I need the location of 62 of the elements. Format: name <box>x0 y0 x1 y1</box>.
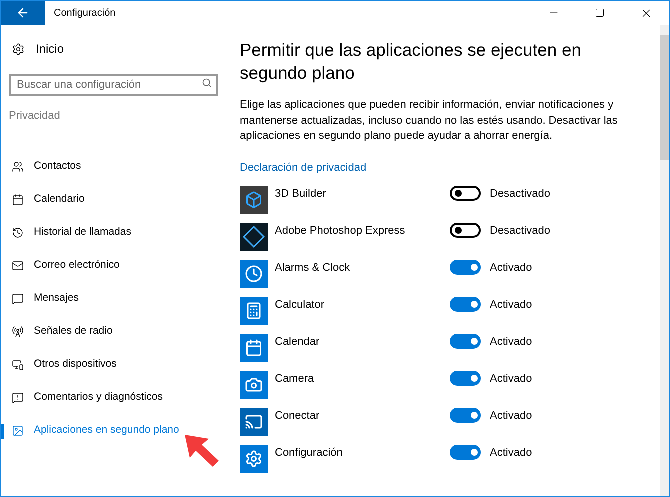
window-title: Configuración <box>54 6 116 20</box>
camera-icon <box>245 376 263 394</box>
toggle-status: Activado <box>490 298 532 313</box>
sidebar-item[interactable]: Historial de llamadas <box>1 225 132 241</box>
history-icon <box>12 227 24 239</box>
search-icon <box>202 78 212 88</box>
scrollbar[interactable] <box>660 25 669 496</box>
app-name: 3D Builder <box>275 187 328 202</box>
app-name: Configuración <box>275 446 344 461</box>
toggle-switch[interactable] <box>450 260 481 275</box>
toggle-status: Activado <box>490 446 532 461</box>
toggle-status: Activado <box>490 335 532 350</box>
devices-icon <box>12 359 24 371</box>
toggle-status: Activado <box>490 261 532 276</box>
sidebar-item[interactable]: Comentarios y diagnósticos <box>1 390 163 406</box>
selection-bar <box>1 424 4 438</box>
calendar-icon <box>245 339 263 357</box>
sidebar-item[interactable]: Señales de radio <box>1 324 113 340</box>
mail-icon <box>12 260 24 272</box>
feedback-icon <box>12 392 24 404</box>
picture-icon <box>12 425 24 437</box>
toggle-status: Activado <box>490 372 532 387</box>
toggle-switch[interactable] <box>450 408 481 423</box>
toggle-switch[interactable] <box>450 445 481 460</box>
people-icon <box>12 161 24 173</box>
description-text: Elige las aplicaciones que pueden recibir información, enviar notificaciones y mantenerse actualizadas, incluso cuando no las estés usando. Desactivar las aplicaciones en segundo plano puede ayudar a ahorrar energía. <box>240 98 619 144</box>
app-name: Camera <box>275 372 316 387</box>
toggle-switch[interactable] <box>450 297 481 312</box>
toggle-switch[interactable] <box>450 371 481 386</box>
gear-icon <box>12 42 25 56</box>
toggle-switch[interactable] <box>450 186 481 201</box>
message-icon <box>12 293 24 305</box>
toggle-status: Desactivado <box>490 187 551 202</box>
app-name: Adobe Photoshop Express <box>275 224 406 239</box>
sidebar-item[interactable]: Aplicaciones en segundo plano <box>1 423 180 439</box>
toggle-status: Desactivado <box>490 224 551 239</box>
pointer-arrow-icon <box>183 433 221 469</box>
search-field[interactable]: Buscar una configuración <box>9 74 218 96</box>
sidebar-item[interactable]: Contactos <box>1 159 82 175</box>
sidebar-item[interactable]: Calendario <box>1 192 85 208</box>
antenna-icon <box>12 326 24 338</box>
cast-icon <box>245 413 263 431</box>
maximize-icon <box>595 8 605 18</box>
calculator-icon <box>245 302 263 320</box>
home-link[interactable]: Inicio <box>1 40 226 58</box>
cube-icon <box>245 191 263 209</box>
page-heading: Permitir que las aplicaciones se ejecuten en segundo plano <box>240 39 582 85</box>
toggle-status: Activado <box>490 409 532 424</box>
app-name: Conectar <box>275 409 321 424</box>
gear-icon <box>245 450 263 468</box>
sidebar-item[interactable]: Otros dispositivos <box>1 357 117 373</box>
sidebar-item[interactable]: Correo electrónico <box>1 258 120 274</box>
app-name: Calculator <box>275 298 326 313</box>
app-name: Calendar <box>275 335 321 350</box>
calendar-icon <box>12 194 24 206</box>
app-name: Alarms & Clock <box>275 261 352 276</box>
toggle-switch[interactable] <box>450 223 481 238</box>
clock-icon <box>245 265 263 283</box>
privacy-link[interactable]: Declaración de privacidad <box>240 160 367 176</box>
sidebar-item[interactable]: Mensajes <box>1 291 79 307</box>
toggle-switch[interactable] <box>450 334 481 349</box>
section-heading: Privacidad <box>8 109 62 124</box>
